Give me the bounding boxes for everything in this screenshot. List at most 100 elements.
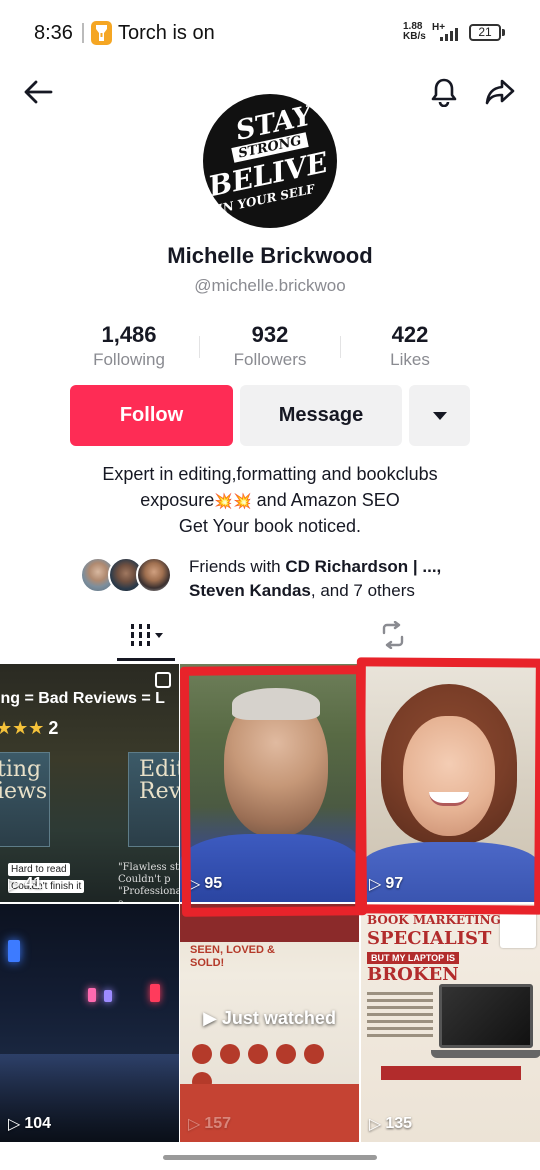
battery-tip (502, 29, 505, 36)
home-indicator[interactable] (163, 1155, 377, 1160)
signal-icon (440, 27, 464, 46)
caret-down-icon (432, 411, 447, 420)
video-thumbnail-just-watched[interactable]: SEEN, LOVED & SOLD! ▶ Just watched ▷ 157 (180, 904, 359, 1142)
stat-following[interactable]: 1,486 Following (59, 322, 199, 370)
play-icon: ▷ (8, 876, 21, 893)
view-count-value: 104 (24, 1115, 52, 1132)
explosion-emoji: 💥💥 (214, 492, 252, 510)
bio-line-3: Get Your book noticed. (178, 516, 362, 536)
friend-avatar (136, 557, 172, 593)
view-count: ▷ 41 (8, 874, 42, 894)
back-button[interactable] (18, 72, 58, 112)
arrow-left-icon (24, 80, 53, 104)
play-icon: ▷ (188, 1116, 201, 1133)
thumbnail-heading: BOOK MARKETING (367, 913, 501, 927)
thumbnail-label: BUT MY LAPTOP IS (367, 952, 460, 964)
grid-icon (131, 624, 163, 646)
stars-count: 2 (48, 718, 59, 738)
repost-icon (382, 621, 404, 649)
bio-line-2-start: exposure (140, 489, 215, 510)
following-label: Following (93, 350, 165, 369)
thumbnail-header-band (180, 904, 359, 942)
bell-icon (431, 78, 457, 107)
display-name: Michelle Brickwood (167, 243, 373, 268)
view-count: ▷ 104 (8, 1114, 51, 1134)
share-button[interactable] (480, 72, 520, 112)
view-count-value: 135 (385, 1115, 413, 1132)
net-speed-unit: KB/s (403, 31, 426, 42)
status-bar: 8:36 Torch is on 1.88 KB/s H+ 21 (0, 0, 540, 66)
multi-photo-icon (155, 672, 171, 688)
message-button[interactable]: Message (240, 385, 402, 446)
thumbnail-text-lines (367, 992, 433, 1041)
thumbnail-book-right: Edit Rev (128, 752, 179, 847)
view-count: ▷ 135 (369, 1114, 412, 1134)
just-watched-text: Just watched (221, 1008, 336, 1028)
play-icon: ▷ (8, 1116, 21, 1133)
view-count-value: 95 (204, 875, 223, 892)
view-count: ▷ 157 (188, 1114, 231, 1134)
view-count: ▷ 97 (369, 874, 403, 894)
status-time: 8:36 (34, 22, 73, 44)
status-separator (82, 23, 84, 43)
following-count: 1,486 (101, 322, 157, 347)
thumbnail-light (150, 984, 160, 1002)
likes-count: 422 (391, 322, 429, 347)
thumbnail-person (403, 716, 495, 836)
profile-avatar[interactable]: STAY STRONG BELIVE IN YOUR SELF (203, 94, 337, 228)
just-watched-label: ▶ Just watched (203, 1008, 336, 1028)
thumbnail-light (104, 990, 112, 1002)
thumbnail-heading: BROKEN (367, 964, 459, 985)
tab-reposts[interactable] (363, 612, 423, 658)
video-thumbnail[interactable]: ing = Bad Reviews = L ★★★ 2 ting iews Edi… (0, 664, 179, 902)
followers-label: Followers (233, 350, 307, 369)
video-thumbnail[interactable]: BOOK MARKETING SPECIALIST BUT MY LAPTOP … (361, 904, 540, 1142)
share-icon (485, 79, 515, 105)
mutual-friends-avatars[interactable] (80, 557, 180, 595)
thumbnail-cta-band (381, 1066, 521, 1080)
thumbnail-laptop-base (431, 1050, 540, 1058)
book-left-title: ting iews (0, 757, 48, 804)
torch-icon (91, 21, 112, 45)
stat-followers[interactable]: 932 Followers (200, 322, 340, 370)
video-thumbnail[interactable]: ▷ 95 (180, 664, 359, 902)
view-count-value: 97 (385, 875, 404, 892)
thumbnail-light (88, 988, 96, 1002)
thumbnail-light (8, 940, 20, 962)
view-count-value: 41 (24, 875, 43, 892)
thumbnail-note (500, 908, 536, 948)
mutual-friends-text[interactable]: Friends with CD Richardson | ..., Steven… (189, 555, 489, 603)
active-tab-indicator (117, 658, 175, 661)
view-count-value: 157 (204, 1115, 232, 1132)
thumbnail-laptop (439, 984, 533, 1048)
play-icon: ▷ (369, 876, 382, 893)
thumbnail-person-hair (232, 688, 320, 720)
video-thumbnail[interactable]: ▷ 97 (361, 664, 540, 902)
thumbnail-book-left: ting iews (0, 752, 50, 847)
thumbnail-heading: SPECIALIST (367, 928, 492, 949)
more-options-button[interactable] (409, 385, 470, 446)
stars-glyphs: ★★★ (0, 718, 45, 738)
play-icon: ▷ (188, 876, 201, 893)
thumbnail-stars: ★★★ 2 (0, 718, 58, 739)
torch-status-text: Torch is on (118, 22, 215, 44)
stat-likes[interactable]: 422 Likes (340, 322, 480, 370)
view-count: ▷ 95 (188, 874, 222, 894)
followers-count: 932 (251, 322, 289, 347)
follow-button[interactable]: Follow (70, 385, 233, 446)
notification-bell-button[interactable] (424, 72, 464, 112)
video-thumbnail[interactable]: ▷ 104 (0, 904, 179, 1142)
thumbnail-banner-text: ing = Bad Reviews = L (0, 690, 165, 707)
thumbnail-title: SEEN, LOVED & SOLD! (190, 944, 275, 969)
likes-label: Likes (390, 350, 430, 369)
friends-suffix: , and 7 others (310, 581, 415, 600)
friends-prefix: Friends with (189, 557, 286, 576)
bio-line-2: exposure💥💥 and Amazon SEO (0, 488, 540, 515)
tab-videos[interactable] (117, 612, 177, 658)
bio-line-1: Expert in editing,formatting and bookclu… (102, 464, 438, 484)
bio-line-2-end: and Amazon SEO (256, 489, 400, 510)
net-speed: 1.88 KB/s (403, 22, 426, 42)
play-icon: ▷ (369, 1116, 382, 1133)
profile-bio: Expert in editing,formatting and bookclu… (0, 462, 540, 540)
battery-icon: 21 (469, 24, 501, 41)
